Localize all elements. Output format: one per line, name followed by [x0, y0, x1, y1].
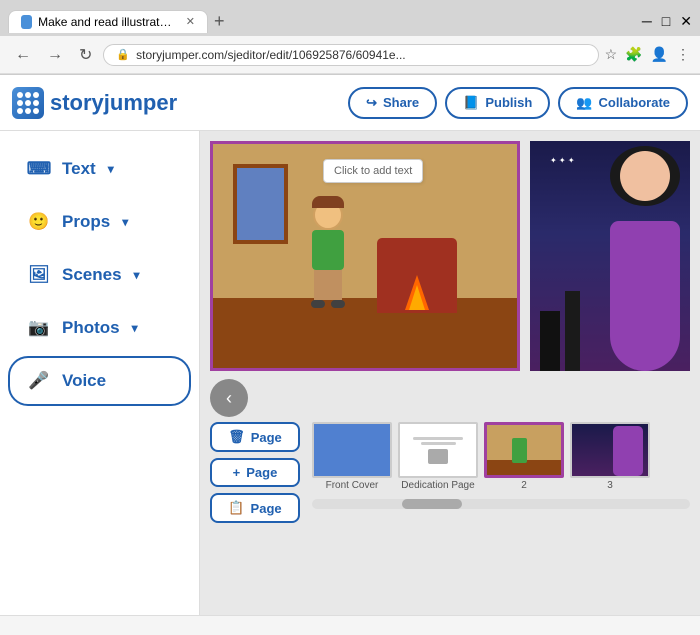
thumb-char	[512, 438, 527, 463]
thumbnail-page3[interactable]: 3	[570, 422, 650, 491]
char-body	[312, 230, 344, 270]
camera-icon: 📷	[26, 315, 52, 341]
delete-page-button[interactable]: 🗑 Page	[210, 422, 300, 452]
page-buttons: 🗑 Page + Page 📋 Page	[210, 422, 300, 523]
scene-fire	[392, 270, 442, 310]
char-feet	[311, 300, 345, 308]
extensions-button[interactable]: 🧩	[625, 46, 642, 63]
side-scene: ✦ ✦ ✦	[530, 141, 690, 371]
sidebar-item-scenes[interactable]: 🖼 Scenes ▾	[8, 250, 191, 300]
add-icon: +	[233, 465, 241, 480]
logo: storyjumper	[12, 87, 177, 119]
stars: ✦ ✦ ✦	[550, 156, 575, 165]
thumb-side-char	[613, 426, 643, 476]
main-layout: ⌨ Text ▾ 🙂 Props ▾ 🖼 Scenes ▾ 📷 Photos ▾…	[0, 131, 700, 615]
main-canvas[interactable]: Click to add text	[210, 141, 520, 371]
minimize-icon[interactable]: ─	[642, 13, 652, 29]
thumbnail-strip: Front Cover Dedication Page	[312, 422, 690, 495]
char-foot-right	[331, 300, 345, 308]
tab-favicon	[21, 15, 32, 29]
refresh-button[interactable]: ↻	[74, 43, 97, 67]
canvas-container: Click to add text ✦ ✦ ✦	[210, 141, 690, 371]
thumb-line-2	[421, 442, 456, 445]
photos-chevron-icon: ▾	[132, 321, 138, 335]
thumb-line-1	[413, 437, 463, 440]
menu-button[interactable]: ⋮	[676, 46, 690, 63]
image-icon: 🖼	[26, 262, 52, 288]
editor-area: Click to add text ✦ ✦ ✦	[200, 131, 700, 615]
profile-button[interactable]: 👤	[651, 46, 668, 63]
thumbnail-area: Front Cover Dedication Page	[312, 422, 690, 509]
logo-icon	[12, 87, 44, 119]
add-page-button[interactable]: + Page	[210, 458, 300, 487]
nav-bar: ← → ↻ 🔒 storyjumper.com/sjeditor/edit/10…	[0, 36, 700, 74]
scene-window	[233, 164, 288, 244]
props-chevron-icon: ▾	[122, 215, 128, 229]
smiley-icon: 🙂	[26, 209, 52, 235]
bookmark-button[interactable]: ☆	[605, 46, 618, 63]
microphone-icon: 🎤	[26, 368, 52, 394]
forward-button[interactable]: →	[42, 44, 68, 66]
thumb-page3-img	[570, 422, 650, 478]
text-chevron-icon: ▾	[108, 162, 114, 176]
char-foot-left	[311, 300, 325, 308]
char-pants	[314, 270, 342, 300]
new-tab-button[interactable]: +	[214, 11, 225, 32]
scene-floor	[213, 298, 517, 368]
bottom-controls: 🗑 Page + Page 📋 Page	[210, 422, 690, 523]
thumbnail-scrollbar[interactable]	[312, 499, 690, 509]
tab-title: Make and read illustrated story b	[38, 15, 176, 29]
prev-page-button[interactable]: ‹	[210, 379, 248, 417]
thumb-page2-img	[484, 422, 564, 478]
text-bubble[interactable]: Click to add text	[323, 159, 423, 183]
publish-icon: 📘	[463, 95, 479, 111]
copy-icon: 📋	[228, 500, 244, 516]
sidebar: ⌨ Text ▾ 🙂 Props ▾ 🖼 Scenes ▾ 📷 Photos ▾…	[0, 131, 200, 615]
thumb-image-placeholder	[428, 449, 448, 464]
browser-tab[interactable]: Make and read illustrated story b ✕	[8, 10, 208, 33]
sidebar-item-props[interactable]: 🙂 Props ▾	[8, 197, 191, 247]
logo-text: storyjumper	[50, 90, 177, 116]
publish-button[interactable]: 📘 Publish	[445, 87, 550, 119]
character	[293, 196, 363, 308]
nav-arrow-container: ‹	[210, 379, 690, 417]
thumb-front-cover-img	[312, 422, 392, 478]
close-window-icon[interactable]: ✕	[680, 13, 692, 30]
share-icon: ↪	[366, 95, 377, 111]
delete-icon: 🗑	[228, 429, 245, 445]
keyboard-icon: ⌨	[26, 156, 52, 182]
maximize-icon[interactable]: □	[662, 13, 670, 29]
address-text: storyjumper.com/sjeditor/edit/106925876/…	[136, 48, 585, 62]
back-button[interactable]: ←	[10, 44, 36, 66]
thumbnail-front-cover[interactable]: Front Cover	[312, 422, 392, 491]
char-hair	[312, 196, 344, 208]
scrollbar-thumb	[402, 499, 462, 509]
bottom-bar	[0, 615, 700, 635]
building-left	[540, 311, 560, 371]
fire-flame-inner	[409, 285, 425, 310]
copy-page-button[interactable]: 📋 Page	[210, 493, 300, 523]
side-canvas[interactable]: ✦ ✦ ✦	[530, 141, 690, 371]
header-buttons: ↪ Share 📘 Publish 👥 Collaborate	[348, 87, 688, 119]
address-bar[interactable]: 🔒 storyjumper.com/sjeditor/edit/10692587…	[103, 44, 598, 66]
share-button[interactable]: ↪ Share	[348, 87, 437, 119]
tab-close-button[interactable]: ✕	[186, 15, 195, 28]
sidebar-item-photos[interactable]: 📷 Photos ▾	[8, 303, 191, 353]
thumbnail-page2[interactable]: 2	[484, 422, 564, 491]
thumb-blue-bg	[314, 424, 390, 476]
scenes-chevron-icon: ▾	[134, 268, 140, 282]
thumbnail-dedication[interactable]: Dedication Page	[398, 422, 478, 491]
sidebar-item-text[interactable]: ⌨ Text ▾	[8, 144, 191, 194]
building-center	[565, 291, 580, 371]
side-char-head	[620, 151, 670, 201]
lock-icon: 🔒	[116, 48, 130, 61]
canvas-scene: Click to add text	[213, 144, 517, 368]
sidebar-item-voice[interactable]: 🎤 Voice	[8, 356, 191, 406]
collaborate-button[interactable]: 👥 Collaborate	[558, 87, 688, 119]
thumb-dedication-img	[398, 422, 478, 478]
app-header: storyjumper ↪ Share 📘 Publish 👥 Collabor…	[0, 75, 700, 131]
side-char-body	[610, 221, 680, 371]
collaborate-icon: 👥	[576, 95, 592, 111]
